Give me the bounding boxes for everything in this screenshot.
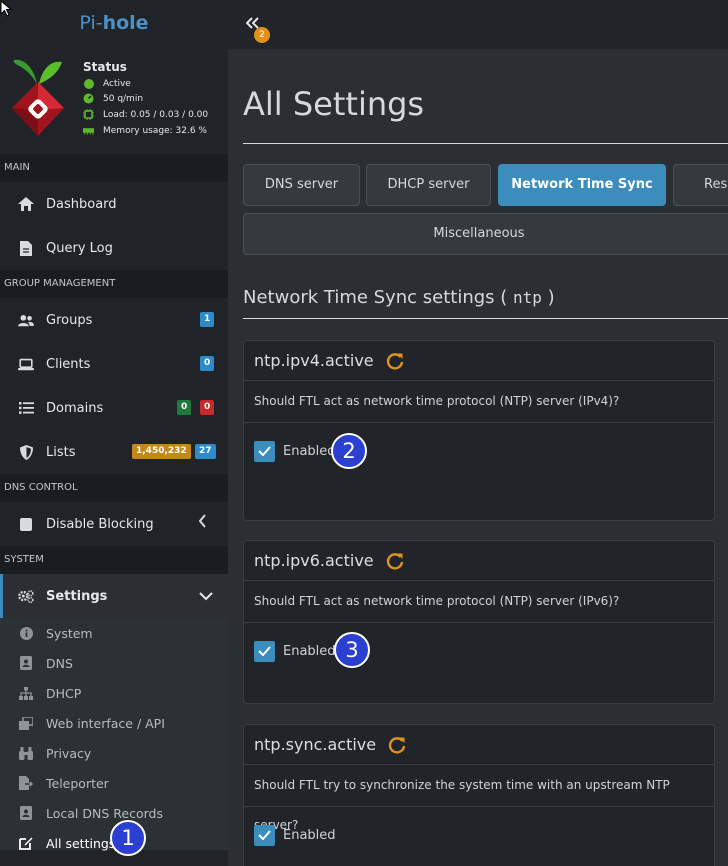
status-memory: Memory usage: 32.6 % [83, 125, 207, 136]
status-load: Load: 0.05 / 0.03 / 0.00 [83, 109, 208, 120]
section-title: Network Time Sync settings ( ntp ) [243, 287, 555, 308]
setting-description: Should FTL try to synchronize the system… [244, 765, 714, 832]
enabled-checkbox-row[interactable]: Enabled [244, 807, 714, 863]
status-panel: Status Active 50 q/min Load: 0.05 / 0.03… [0, 48, 228, 154]
cpu-icon [83, 109, 94, 120]
status-active: Active [83, 78, 131, 89]
section-system: SYSTEM [0, 546, 228, 574]
groups-count-badge: 1 [200, 312, 215, 327]
sidebar-item-groups[interactable]: Groups 1 [0, 298, 228, 342]
setting-description: Should FTL act as network time protocol … [244, 381, 714, 423]
status-dot-icon [83, 78, 94, 89]
page-title: All Settings [243, 85, 425, 123]
annotation-badge-3: 3 [334, 632, 370, 668]
enabled-checkbox-row[interactable]: Enabled [244, 623, 714, 679]
sidebar-subitem-teleporter[interactable]: Teleporter [0, 768, 228, 798]
annotation-badge-2: 2 [331, 433, 367, 469]
checkbox-label: Enabled [283, 443, 336, 459]
section-group-management: GROUP MANAGEMENT [0, 270, 228, 298]
list-icon [18, 400, 34, 416]
mouse-cursor-icon [0, 0, 13, 17]
tab-dhcp-server[interactable]: DHCP server [366, 164, 491, 206]
sidebar-subitem-web-interface[interactable]: Web interface / API [0, 708, 228, 738]
sidebar-item-lists[interactable]: Lists 1,450,232 27 [0, 430, 228, 474]
lists-domains-badge: 1,450,232 [132, 444, 191, 459]
setting-key: ntp.sync.active [254, 735, 377, 754]
address-card-icon [19, 806, 33, 820]
sidebar-item-domains[interactable]: Domains 0 0 [0, 386, 228, 430]
annotation-badge-1: 1 [110, 820, 146, 856]
setting-key: ntp.ipv6.active [254, 551, 374, 570]
sidebar-subitem-dhcp[interactable]: DHCP [0, 678, 228, 708]
clients-count-badge: 0 [200, 356, 215, 371]
sidebar-item-query-log[interactable]: Query Log [0, 226, 228, 270]
stop-icon [18, 516, 34, 532]
file-icon [18, 240, 34, 256]
checkbox-label: Enabled [283, 827, 336, 843]
shield-icon [18, 444, 34, 460]
lists-count-badge: 27 [195, 444, 216, 459]
gauge-icon [83, 93, 94, 104]
settings-submenu: System DNS DHCP Web interface / API Priv… [0, 618, 228, 851]
sidebar-subitem-local-dns[interactable]: Local DNS Records [0, 798, 228, 828]
enabled-checkbox-row[interactable]: Enabled [244, 423, 714, 479]
domains-allow-badge: 0 [177, 400, 192, 415]
window-restore-icon [19, 716, 33, 730]
setting-card-ntp-ipv6-active: ntp.ipv6.active Should FTL act as networ… [243, 540, 715, 704]
tab-miscellaneous[interactable]: Miscellaneous [243, 213, 728, 255]
users-icon [18, 312, 34, 328]
pihole-logo [12, 59, 64, 136]
section-divider [243, 318, 728, 319]
edit-icon [19, 836, 33, 850]
checkbox-label: Enabled [283, 643, 336, 659]
tab-resolver[interactable]: Resolver [673, 164, 728, 206]
file-export-icon [19, 776, 33, 790]
sidebar-item-clients[interactable]: Clients 0 [0, 342, 228, 386]
checkbox-checked-icon[interactable] [254, 640, 275, 662]
sidebar-item-disable-blocking[interactable]: Disable Blocking [0, 502, 228, 546]
sidebar-subitem-dns[interactable]: DNS [0, 648, 228, 678]
title-divider [243, 143, 728, 144]
tab-dns-server[interactable]: DNS server [243, 164, 360, 206]
info-circle-icon [19, 626, 33, 640]
setting-description: Should FTL act as network time protocol … [244, 581, 714, 623]
domains-deny-badge: 0 [200, 400, 215, 415]
reset-icon[interactable] [386, 552, 404, 570]
cogs-icon [18, 588, 34, 604]
setting-key: ntp.ipv4.active [254, 351, 374, 370]
brand-logo-text[interactable]: Pi-hole [0, 0, 228, 48]
address-book-icon [19, 656, 33, 670]
laptop-icon [18, 356, 34, 372]
reset-icon[interactable] [388, 736, 406, 754]
main-content: All Settings DNS server DHCP server Netw… [228, 49, 728, 866]
chevron-left-icon [198, 514, 207, 532]
sidebar: Pi-hole Status Active 50 q/min Load: 0.0… [0, 0, 228, 866]
setting-card-ntp-sync-active: ntp.sync.active Should FTL try to synchr… [243, 724, 715, 866]
section-main: MAIN [0, 154, 228, 182]
tab-network-time-sync[interactable]: Network Time Sync [498, 164, 666, 206]
topbar: 2 [228, 0, 728, 49]
checkbox-checked-icon[interactable] [254, 824, 275, 846]
sidebar-subitem-system[interactable]: System [0, 618, 228, 648]
chevron-down-icon [199, 590, 213, 605]
memory-icon [83, 125, 94, 136]
setting-card-ntp-ipv4-active: ntp.ipv4.active Should FTL act as networ… [243, 340, 715, 521]
reset-icon[interactable] [386, 352, 404, 370]
sidebar-item-dashboard[interactable]: Dashboard [0, 182, 228, 226]
binoculars-icon [19, 746, 33, 760]
sidebar-subitem-privacy[interactable]: Privacy [0, 738, 228, 768]
status-title: Status [83, 60, 127, 74]
notification-badge[interactable]: 2 [254, 27, 270, 43]
home-icon [18, 196, 34, 212]
status-rate: 50 q/min [83, 93, 143, 104]
section-dns-control: DNS CONTROL [0, 474, 228, 502]
sidebar-item-settings[interactable]: Settings [0, 574, 228, 618]
checkbox-checked-icon[interactable] [254, 440, 275, 462]
sitemap-icon [19, 686, 33, 700]
